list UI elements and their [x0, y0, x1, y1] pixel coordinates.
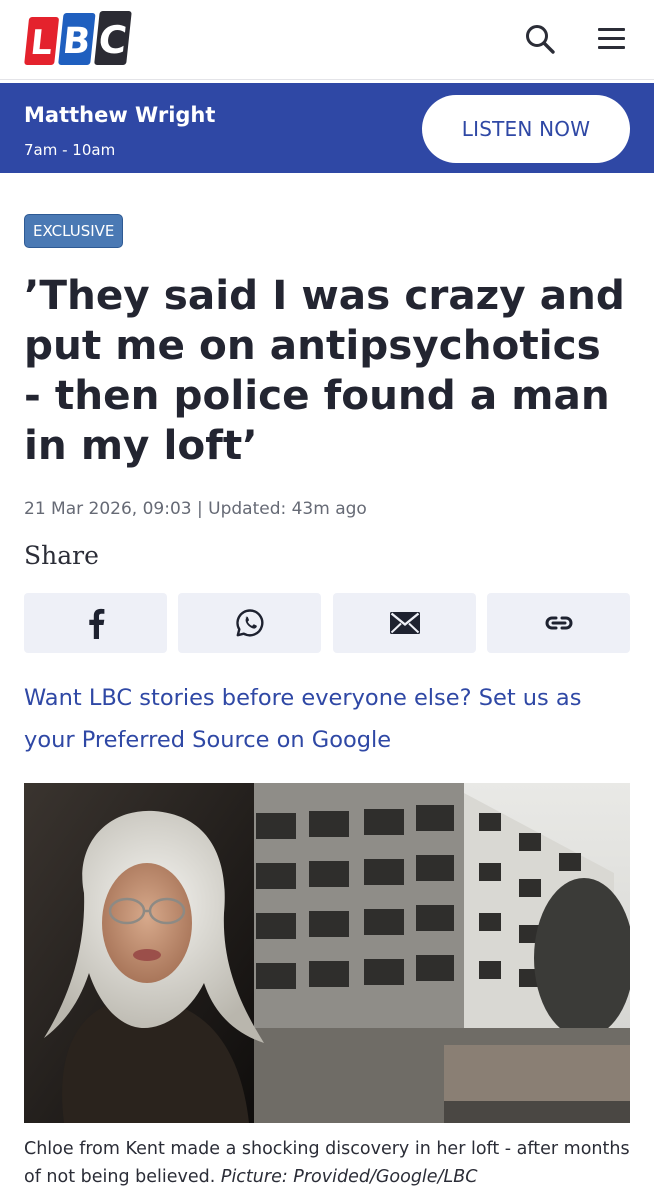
show-name: Matthew Wright [24, 103, 216, 127]
whatsapp-icon [235, 609, 263, 637]
updated-time: Updated: 43m ago [208, 499, 367, 519]
share-facebook-button[interactable] [24, 593, 167, 653]
hamburger-menu-icon [598, 28, 625, 49]
meta-separator: | [196, 499, 203, 519]
copy-link-button[interactable] [487, 593, 630, 653]
article-image [24, 783, 630, 1123]
logo-letter-c: C [96, 18, 129, 62]
email-icon [389, 612, 420, 634]
article-photo-illustration [24, 783, 630, 1123]
link-icon [545, 616, 572, 630]
logo-letter-l: L [28, 23, 54, 63]
share-whatsapp-button[interactable] [178, 593, 321, 653]
facebook-icon [88, 608, 104, 639]
search-button[interactable] [523, 22, 557, 56]
exclusive-badge: EXCLUSIVE [24, 214, 124, 248]
search-icon [526, 25, 555, 54]
menu-button[interactable] [594, 22, 630, 56]
caption-credit: Picture: Provided/Google/LBC [220, 1167, 478, 1187]
preferred-source-link[interactable]: Want LBC stories before everyone else? S… [24, 677, 630, 761]
article-meta: 21 Mar 2026, 09:03 | Updated: 43m ago [24, 499, 367, 519]
site-header: L B C [0, 0, 654, 80]
image-caption: Chloe from Kent made a shocking discover… [24, 1135, 630, 1191]
published-date: 21 Mar 2026, 09:03 [24, 499, 192, 519]
article-headline: ’They said I was crazy and put me on ant… [24, 271, 625, 469]
logo-letter-b: B [61, 20, 93, 62]
show-time: 7am - 10am [24, 141, 116, 159]
listen-now-button[interactable]: LISTEN NOW [422, 95, 630, 163]
share-heading: Share [24, 541, 99, 570]
lbc-logo[interactable]: L B C [24, 9, 134, 69]
share-email-button[interactable] [333, 593, 476, 653]
